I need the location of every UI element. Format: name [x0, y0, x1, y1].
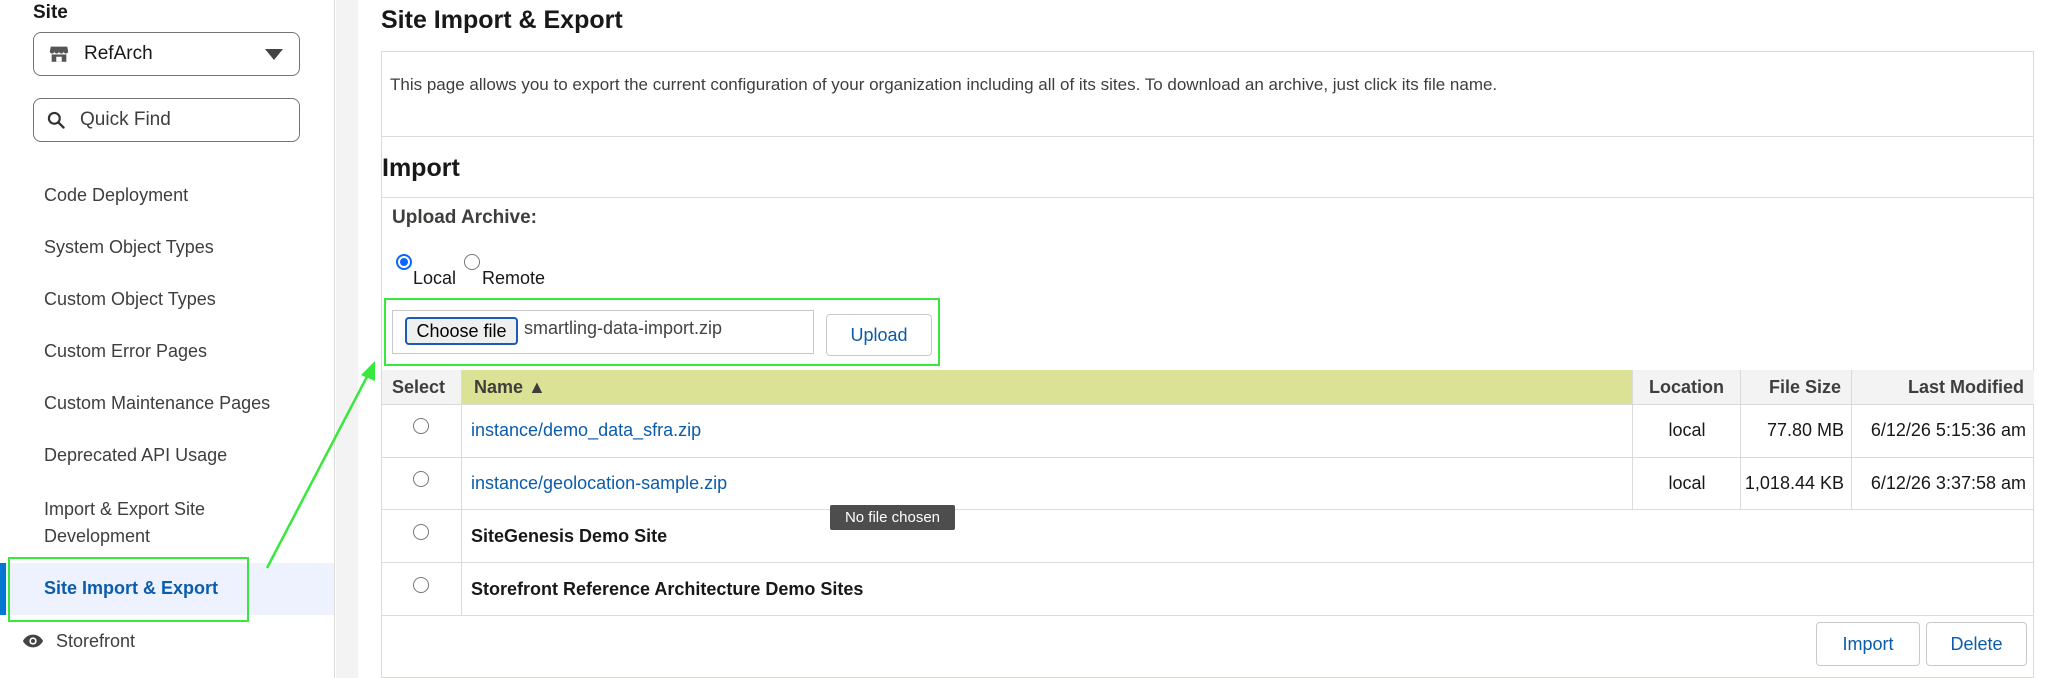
column-header-last-modified: Last Modified	[1852, 370, 2034, 405]
radio-local-label: Local	[413, 268, 457, 288]
highlight-box-nav	[8, 557, 249, 622]
annotation-arrow	[265, 361, 375, 569]
column-header-location: Location	[1633, 370, 1741, 405]
page-title: Site Import & Export	[381, 6, 623, 34]
site-label: Site	[33, 2, 68, 23]
radio-local[interactable]	[396, 254, 412, 270]
quick-find-input[interactable]	[80, 109, 280, 131]
intro-text: This page allows you to export the curre…	[390, 75, 1498, 94]
search-icon	[47, 111, 65, 129]
row-divider	[381, 562, 2034, 563]
tooltip: No file chosen	[830, 505, 955, 530]
quick-find[interactable]	[33, 98, 300, 142]
row-last-modified: 6/12/26 3:37:58 am	[1870, 473, 2026, 493]
highlight-box-upload	[384, 298, 940, 366]
upload-archive-label: Upload Archive:	[392, 207, 537, 228]
row-location: local	[1668, 420, 1706, 440]
row-select-radio[interactable]	[413, 418, 429, 434]
sidebar-active-indicator	[0, 563, 6, 615]
archive-link[interactable]: instance/geolocation-sample.zip	[471, 472, 727, 494]
column-header-name[interactable]: Name ▲	[462, 370, 1633, 405]
sidebar-item-system-object-types[interactable]: System Object Types	[44, 234, 304, 261]
store-icon	[49, 46, 69, 62]
site-select-value: RefArch	[84, 43, 153, 64]
storefront-label: Storefront	[56, 630, 136, 651]
import-button[interactable]: Import	[1816, 622, 1920, 666]
column-header-file-size: File Size	[1741, 370, 1852, 405]
storefront-link[interactable]: Storefront	[22, 630, 135, 652]
radio-remote-label: Remote	[482, 268, 546, 288]
eye-icon	[22, 634, 44, 648]
site-entry: SiteGenesis Demo Site	[471, 526, 668, 546]
sidebar-item-custom-object-types[interactable]: Custom Object Types	[44, 286, 304, 313]
import-heading: Import	[382, 154, 460, 182]
radio-remote[interactable]	[464, 254, 480, 270]
row-select-radio[interactable]	[413, 577, 429, 593]
column-divider	[461, 405, 462, 615]
sidebar-item-code-deployment[interactable]: Code Deployment	[44, 182, 304, 209]
row-file-size: 77.80 MB	[1766, 420, 1844, 440]
row-divider	[381, 615, 2034, 616]
row-location: local	[1668, 473, 1706, 493]
row-divider	[381, 509, 2034, 510]
sidebar-item-import-export-site-development[interactable]: Import & Export Site Development	[44, 496, 264, 550]
delete-button[interactable]: Delete	[1926, 622, 2027, 666]
row-file-size: 1,018.44 KB	[1744, 473, 1844, 493]
divider	[381, 136, 2034, 137]
divider	[381, 197, 2034, 198]
archive-link[interactable]: instance/demo_data_sfra.zip	[471, 419, 701, 441]
row-select-radio[interactable]	[413, 524, 429, 540]
row-last-modified: 6/12/26 5:15:36 am	[1870, 420, 2026, 440]
row-divider	[381, 457, 2034, 458]
site-entry: Storefront Reference Architecture Demo S…	[471, 579, 864, 599]
column-header-select: Select	[382, 370, 462, 405]
row-select-radio[interactable]	[413, 471, 429, 487]
scroll-gutter	[336, 0, 358, 678]
chevron-down-icon	[265, 49, 283, 60]
site-select[interactable]: RefArch	[33, 32, 300, 76]
